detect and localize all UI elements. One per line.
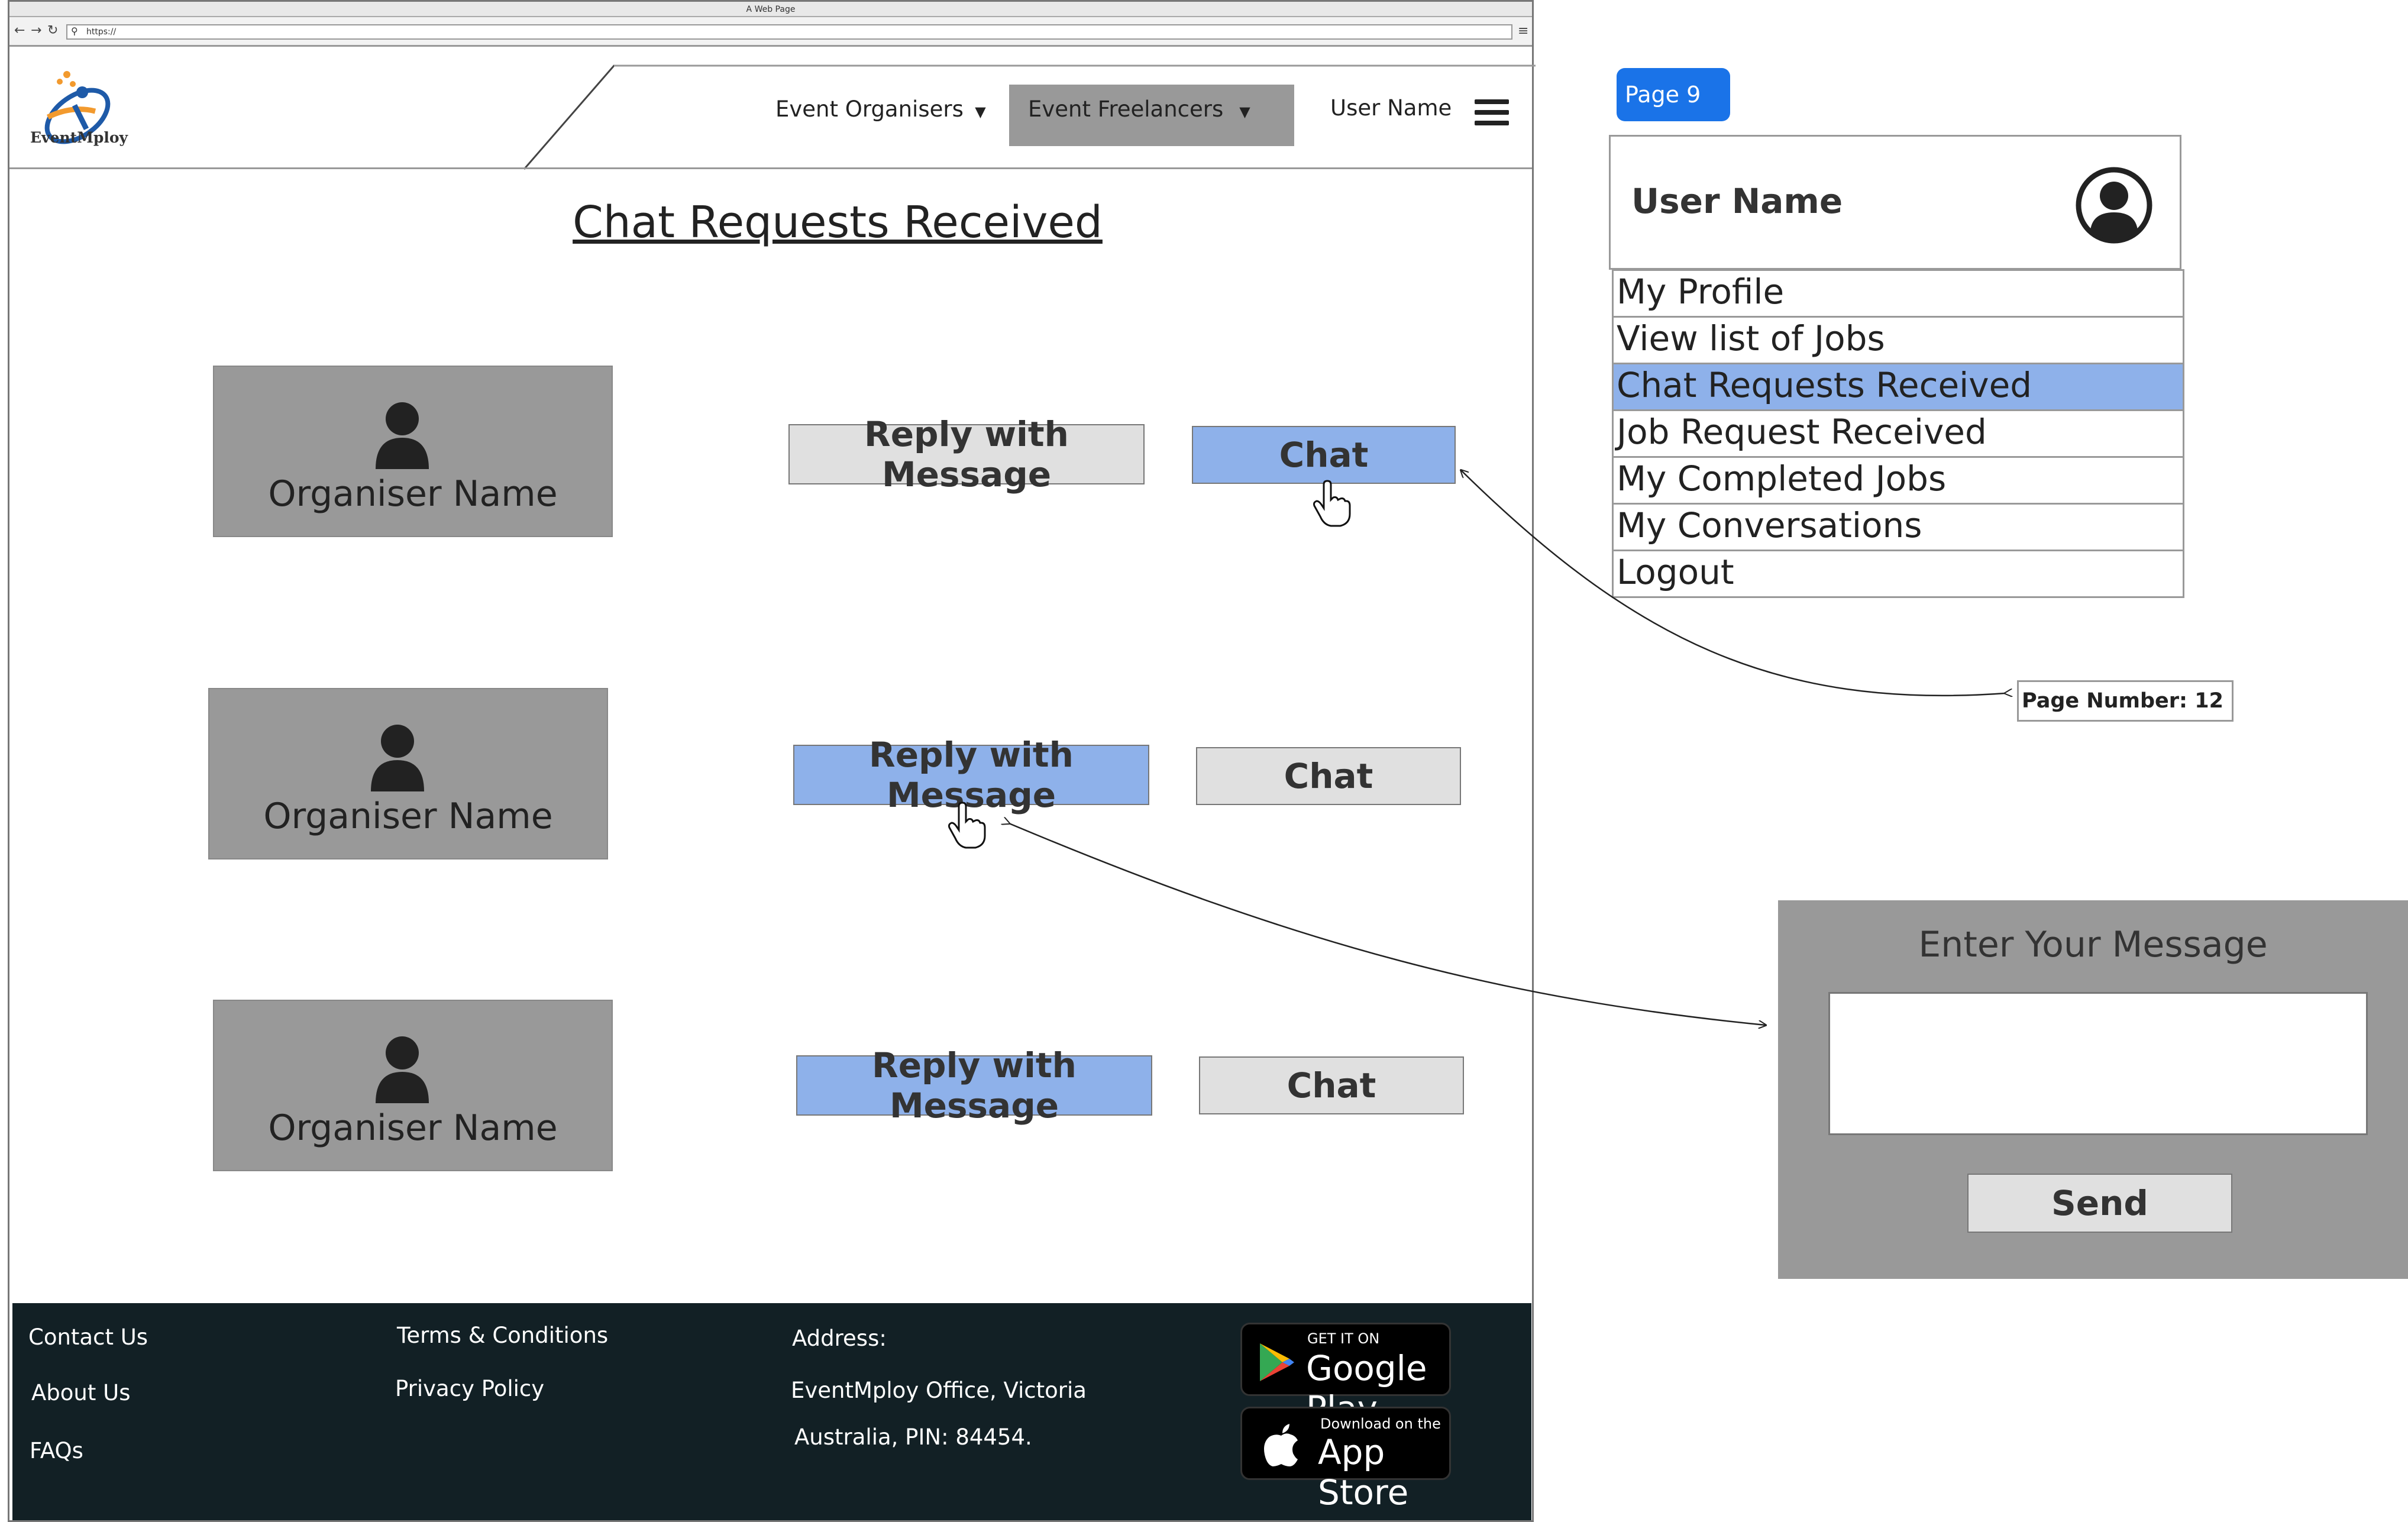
forward-arrow-icon[interactable]: → [31, 23, 41, 38]
google-play-badge[interactable]: GET IT ON Google Play [1240, 1323, 1451, 1429]
menu-item-my-conversations[interactable]: My Conversations [1612, 505, 2184, 551]
url-field[interactable]: ⚲ https:// [66, 24, 1512, 40]
footer-about-us-link[interactable]: About Us [31, 1380, 131, 1405]
user-icon [376, 402, 429, 469]
reply-with-message-button[interactable]: Reply with Message [793, 735, 1149, 815]
reload-icon[interactable]: ↻ [47, 23, 58, 38]
footer-address-line1: EventMploy Office, Victoria [791, 1378, 1087, 1403]
menu-item-view-list-of-jobs[interactable]: View list of Jobs [1612, 318, 2184, 364]
user-avatar-icon[interactable] [2075, 166, 2153, 244]
caret-down-icon: ▼ [1230, 104, 1250, 120]
page-badge: Page 9 [1617, 68, 1730, 121]
browser-window: A Web Page ← → ↻ ⚲ https:// ≡ EventMploy… [8, 0, 1536, 1522]
user-icon [371, 725, 424, 791]
user-dropdown-menu: My Profile View list of Jobs Chat Reques… [1612, 269, 2184, 598]
send-button[interactable]: Send [1967, 1174, 2232, 1233]
nav-event-organisers-label: Event Organisers [775, 96, 964, 122]
footer-terms-link[interactable]: Terms & Conditions [397, 1323, 608, 1348]
app-store-big-text: App Store [1318, 1432, 1409, 1513]
message-input[interactable] [1828, 992, 2368, 1135]
google-play-small-text: GET IT ON [1307, 1330, 1380, 1347]
url-text: https:// [86, 27, 117, 37]
organiser-card[interactable]: Organiser Name [208, 688, 608, 859]
menu-item-chat-requests-received[interactable]: Chat Requests Received [1612, 364, 2184, 411]
app-store-badge[interactable]: Download on the App Store [1240, 1407, 1451, 1513]
user-panel: User Name [1609, 135, 2181, 270]
chat-button[interactable]: Chat [1192, 426, 1456, 484]
message-panel: Enter Your Message Send [1778, 900, 2408, 1279]
footer-contact-us-link[interactable]: Contact Us [28, 1324, 148, 1350]
back-arrow-icon[interactable]: ← [14, 23, 25, 38]
footer-faqs-link[interactable]: FAQs [30, 1438, 83, 1463]
hand-cursor-icon [1313, 480, 1351, 527]
search-icon: ⚲ [71, 25, 78, 37]
organiser-card[interactable]: Organiser Name [213, 366, 613, 537]
nav-event-freelancers-text: Event Freelancers ▼ [1028, 96, 1250, 122]
header-decoration [523, 64, 1536, 170]
hamburger-menu-icon[interactable] [1475, 99, 1509, 127]
window-title: A Web Page [9, 2, 1532, 17]
footer-address-label: Address: [792, 1326, 887, 1351]
user-panel-name: User Name [1631, 181, 1843, 221]
footer: Contact Us About Us FAQs Terms & Conditi… [12, 1303, 1531, 1520]
organiser-card[interactable]: Organiser Name [213, 1000, 613, 1171]
reply-with-message-button[interactable]: Reply with Message [788, 414, 1145, 495]
nav-user-name[interactable]: User Name [1330, 95, 1452, 121]
menu-item-my-profile[interactable]: My Profile [1612, 269, 2184, 318]
app-store-small-text: Download on the [1320, 1416, 1441, 1432]
organiser-name: Organiser Name [263, 796, 553, 837]
menu-item-logout[interactable]: Logout [1612, 551, 2184, 598]
google-play-icon [1260, 1343, 1294, 1381]
nav-event-organisers[interactable]: Event Organisers ▼ [775, 96, 986, 122]
browser-menu-icon[interactable]: ≡ [1518, 24, 1530, 40]
organiser-name: Organiser Name [268, 1107, 558, 1149]
header-divider [9, 167, 1532, 169]
organiser-name: Organiser Name [268, 473, 558, 515]
footer-address-line2: Australia, PIN: 84454. [794, 1424, 1032, 1450]
reply-with-message-button[interactable]: Reply with Message [796, 1045, 1152, 1126]
hand-cursor-icon [948, 802, 986, 849]
nav-event-freelancers-label: Event Freelancers [1028, 96, 1224, 122]
logo-text: EventMploy [30, 129, 128, 146]
footer-privacy-link[interactable]: Privacy Policy [395, 1376, 544, 1401]
message-panel-title: Enter Your Message [1918, 924, 2268, 965]
chat-button[interactable]: Chat [1196, 747, 1461, 805]
apple-icon [1264, 1424, 1298, 1466]
menu-item-job-request-received[interactable]: Job Request Received [1612, 411, 2184, 458]
address-bar: ← → ↻ ⚲ https:// ≡ [9, 17, 1532, 47]
menu-item-my-completed-jobs[interactable]: My Completed Jobs [1612, 458, 2184, 505]
page-number-label: Page Number: 12 [2017, 680, 2234, 722]
page-title: Chat Requests Received [573, 197, 1103, 248]
caret-down-icon: ▼ [970, 104, 986, 120]
user-icon [376, 1036, 429, 1103]
chat-button[interactable]: Chat [1199, 1056, 1464, 1114]
